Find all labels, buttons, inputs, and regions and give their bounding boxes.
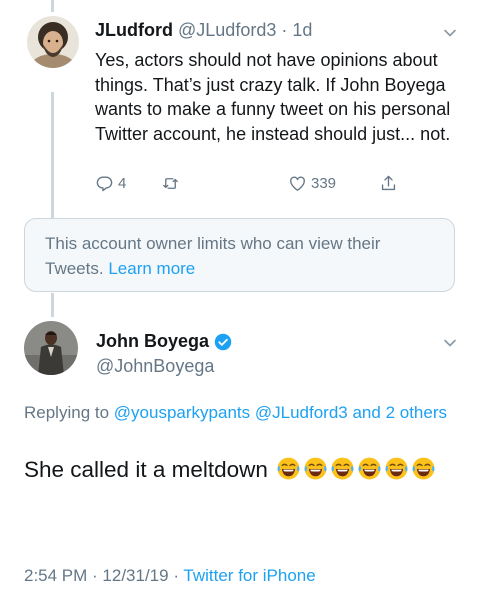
laughing-tears-emoji-icon	[384, 456, 409, 481]
replying-prefix: Replying to	[24, 403, 110, 422]
laughing-tears-emoji-icon	[330, 456, 355, 481]
reply-header: JLudford @JLudford3 · 1d	[95, 20, 312, 41]
thread-line-top	[51, 0, 54, 12]
thread-line-bottom	[51, 293, 54, 317]
restricted-notice-text: This account owner limits who can view t…	[45, 234, 381, 278]
reply-count: 4	[118, 175, 127, 192]
user-avatar-man-in-suit-icon	[24, 321, 78, 375]
chevron-down-icon[interactable]	[443, 26, 457, 40]
main-display-name-row: John Boyega	[96, 331, 232, 352]
share-action-button[interactable]	[379, 174, 398, 193]
tweet-source-link[interactable]: Twitter for iPhone	[183, 566, 315, 585]
comment-icon	[96, 176, 113, 192]
replying-to-line: Replying to @yousparkypants @JLudford3 a…	[24, 400, 454, 425]
avatar[interactable]	[24, 321, 78, 375]
reply-display-name[interactable]: JLudford	[95, 20, 173, 40]
verified-badge-icon	[214, 333, 232, 351]
reply-separator: ·	[276, 20, 293, 40]
user-avatar-bearded-man-icon	[27, 16, 79, 68]
like-count: 339	[311, 175, 337, 192]
avatar[interactable]	[27, 16, 79, 68]
main-tweet-text-block: She called it a meltdown	[24, 454, 464, 486]
main-tweet-text: She called it a meltdown	[24, 457, 268, 482]
reply-tweet-text: Yes, actors should not have opinions abo…	[95, 50, 451, 144]
share-icon	[381, 175, 396, 191]
heart-icon	[290, 176, 305, 191]
laughing-tears-emoji-icon	[276, 456, 301, 481]
tweet-meta: 2:54 PM · 12/31/19 · Twitter for iPhone	[24, 566, 316, 586]
main-display-name[interactable]: John Boyega	[96, 331, 209, 352]
emoji-group	[274, 457, 436, 482]
retweet-action-button[interactable]	[161, 174, 184, 193]
mention-jludford3[interactable]: @JLudford3	[255, 403, 348, 422]
restricted-account-notice: This account owner limits who can view t…	[24, 218, 455, 292]
mention-others-link[interactable]: 2 others	[386, 403, 447, 422]
laughing-tears-emoji-icon	[411, 456, 436, 481]
learn-more-link[interactable]: Learn more	[108, 259, 195, 278]
laughing-tears-emoji-icon	[303, 456, 328, 481]
laughing-tears-emoji-icon	[357, 456, 382, 481]
mention-conjunction[interactable]: and	[352, 403, 380, 422]
reply-handle[interactable]: @JLudford3	[178, 20, 276, 40]
reply-actions: 4 339	[95, 174, 415, 194]
thread-line-middle	[51, 92, 54, 218]
reply-time[interactable]: 1d	[292, 20, 312, 40]
like-action-button[interactable]: 339	[288, 174, 336, 193]
reply-action-button[interactable]: 4	[95, 174, 126, 193]
tweet-timestamp[interactable]: 2:54 PM · 12/31/19 ·	[24, 566, 179, 585]
mention-yousparkypants[interactable]: @yousparkypants	[114, 403, 250, 422]
retweet-icon	[163, 178, 178, 189]
main-handle[interactable]: @JohnBoyega	[96, 356, 214, 377]
chevron-down-icon[interactable]	[443, 336, 457, 350]
